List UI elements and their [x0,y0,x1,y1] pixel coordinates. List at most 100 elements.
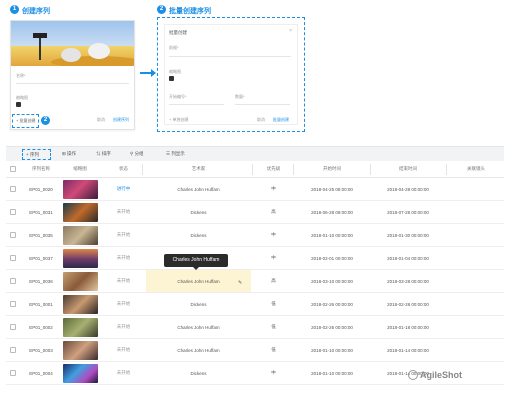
add-single-button[interactable]: + 单独创建 [169,117,188,123]
start-time-cell[interactable]: 2018-02-01 00:00:00 [296,247,368,269]
status-cell[interactable]: 未开始 [106,247,141,269]
table-row[interactable]: EP01_0036 未开始 Charles John Huffam 高 2018… [6,270,504,293]
table-row[interactable]: EP01_0020 进行中 Charles John Huffam 中 2018… [6,178,504,201]
table-row[interactable]: EP01_0037 未开始 中 2018-02-01 00:00:00 2018… [6,247,504,270]
count-field[interactable] [235,104,290,105]
header-artist[interactable]: 艺术家 [146,161,251,177]
thumbnail-label: 缩略图 [169,69,181,74]
header-status[interactable]: 状态 [106,161,141,177]
header-priority[interactable]: 优先级 [256,161,291,177]
row-checkbox[interactable] [10,301,16,307]
priority-cell[interactable]: 低 [256,293,291,315]
group-menu[interactable]: ⚲ 分组 [130,151,144,157]
priority-cell[interactable]: 中 [256,178,291,200]
edit-pencil-icon[interactable]: ✎ [238,280,242,286]
end-time-cell[interactable]: 2018-04-28 00:00:00 [372,178,444,200]
start-time-cell[interactable]: 2018-04-25 08:00:00 [296,178,368,200]
sequence-name: EP01_0004 [29,370,53,376]
priority-cell[interactable]: 低 [256,316,291,338]
row-checkbox[interactable] [10,324,16,330]
start-time-cell[interactable]: 2018-01-10 00:00:00 [296,224,368,246]
status-cell[interactable]: 未开始 [106,362,141,384]
sequence-table: 序列名称 缩略图 状态 艺术家 优先级 开始时间 结束时间 关联镜头 EP01_… [6,161,504,385]
status-cell[interactable]: 进行中 [106,178,141,200]
table-row[interactable]: EP01_0035 未开始 Dickens 中 2018-01-10 00:00… [6,224,504,247]
start-time-cell[interactable]: 2018-03-10 00:00:00 [296,270,368,292]
sort-icon: ⇅ [96,151,101,156]
actions-menu[interactable]: ⊞ 操作 [62,151,76,157]
status-cell[interactable]: 未开始 [106,339,141,361]
header-end[interactable]: 结束时间 [372,161,444,177]
new-sequence-button[interactable]: + 序列 [22,149,51,160]
sequence-name: EP01_0037 [29,255,53,261]
row-checkbox[interactable] [10,347,16,353]
row-checkbox[interactable] [10,278,16,284]
table-row[interactable]: EP01_0002 未开始 Charles John Huffam 低 2018… [6,316,504,339]
start-number-field[interactable] [169,104,224,105]
header-start[interactable]: 开始时间 [296,161,368,177]
artist-cell[interactable]: Dickens [146,201,251,223]
status-cell[interactable]: 未开始 [106,201,141,223]
start-number-label: 开始编号* [169,94,187,99]
start-time-cell[interactable]: 2018-02-26 00:00:00 [296,293,368,315]
start-time-cell[interactable]: 2018-01-10 00:00:00 [296,362,368,384]
status-cell[interactable]: 未开始 [106,224,141,246]
table-row[interactable]: EP01_0001 未开始 Dickens 低 2018-02-26 00:00… [6,293,504,316]
create-sequence-link[interactable]: 创建序列 [113,117,129,123]
header-name[interactable]: 序列名称 [20,161,62,177]
sequence-name: EP01_0001 [29,301,53,307]
artist-cell[interactable]: Dickens [146,224,251,246]
header-linked-shots[interactable]: 关联镜头 [450,161,502,177]
end-time-cell[interactable]: 2018-01-18 00:00:00 [372,316,444,338]
priority-cell[interactable]: 高 [256,201,291,223]
priority-cell[interactable]: 中 [256,224,291,246]
artist-cell[interactable]: Charles John Huffam [146,178,251,200]
sort-menu[interactable]: ⇅ 排序 [96,151,111,157]
header-thumbnail: 缩略图 [73,166,87,171]
select-all-checkbox[interactable] [10,166,16,172]
end-time-cell[interactable]: 2018-01-30 00:00:00 [372,224,444,246]
start-time-cell[interactable]: 2018-01-10 00:00:00 [296,339,368,361]
end-time-cell[interactable]: 2018-03-28 00:00:00 [372,270,444,292]
cancel-link[interactable]: 取消 [97,117,105,123]
table-row[interactable]: EP01_0031 未开始 Dickens 高 2018-06-28 09:00… [6,201,504,224]
priority-cell[interactable]: 高 [256,270,291,292]
sequence-name: EP01_0036 [29,278,53,284]
start-time-cell[interactable]: 2018-02-26 00:00:00 [296,316,368,338]
end-time-cell[interactable]: 2018-01-04 00:00:00 [372,247,444,269]
row-checkbox[interactable] [10,209,16,215]
artist-cell-editing[interactable]: Charles John Huffam [146,270,251,292]
row-checkbox[interactable] [10,255,16,261]
batch-create-dialog-frame: 批量创建 × 前缀* 缩略图 开始编号* 数量* + 单独创建 取消 批量创建 [157,17,305,132]
row-checkbox[interactable] [10,232,16,238]
upload-thumbnail-icon[interactable] [16,102,21,107]
name-field[interactable] [16,83,129,84]
status-cell[interactable]: 未开始 [106,270,141,292]
artist-cell[interactable]: Dickens [146,293,251,315]
end-time-cell[interactable]: 2018-07-28 00:00:00 [372,201,444,223]
row-checkbox[interactable] [10,186,16,192]
end-time-cell[interactable]: 2018-02-28 00:00:00 [372,293,444,315]
status-cell[interactable]: 未开始 [106,293,141,315]
batch-submit-button[interactable]: 批量创建 [273,117,289,123]
artist-cell[interactable]: Dickens [146,362,251,384]
status-cell[interactable]: 未开始 [106,316,141,338]
close-icon[interactable]: × [289,28,292,34]
prefix-field[interactable] [169,56,291,57]
artist-cell[interactable]: Charles John Huffam [146,316,251,338]
columns-menu[interactable]: ☰ 列显示 [166,151,185,157]
cancel-button[interactable]: 取消 [257,117,265,123]
row-checkbox[interactable] [10,370,16,376]
end-time-cell[interactable]: 2018-01-14 00:00:00 [372,339,444,361]
priority-cell[interactable]: 中 [256,362,291,384]
priority-cell[interactable]: 低 [256,339,291,361]
priority-cell[interactable]: 中 [256,247,291,269]
artist-cell[interactable]: Charles John Huffam [146,339,251,361]
table-row[interactable]: EP01_0003 未开始 Charles John Huffam 低 2018… [6,339,504,362]
batch-create-button[interactable]: + 批量创建 [12,114,40,128]
upload-thumbnail-icon[interactable] [169,76,174,81]
name-field-label: 名称* [16,73,26,78]
prefix-label: 前缀* [169,45,179,50]
start-time-cell[interactable]: 2018-06-28 09:00:00 [296,201,368,223]
sequence-thumbnail [63,180,98,199]
